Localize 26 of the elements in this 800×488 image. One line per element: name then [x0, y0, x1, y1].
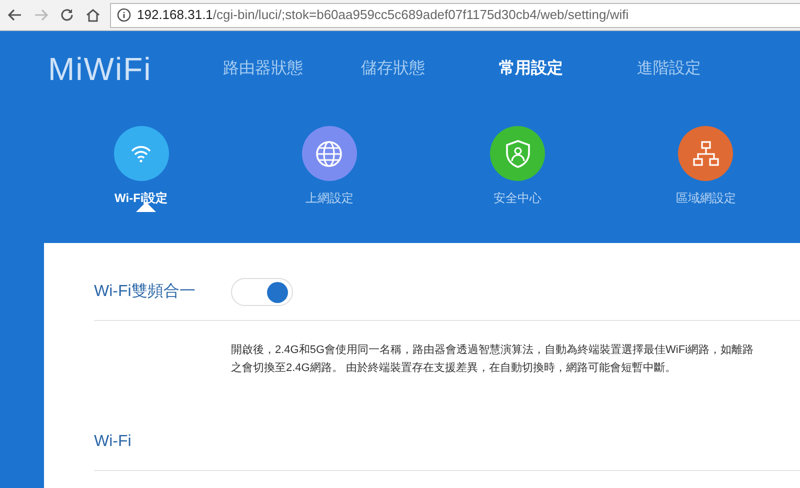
setting-label: Wi-Fi — [94, 432, 132, 452]
info-icon — [117, 8, 131, 22]
network-icon — [692, 141, 719, 166]
address-field[interactable]: 192.168.31.1/cgi-bin/luci/;stok=b60aa959cc5c689adef07f1175d30cb4/web/setting/wifi — [110, 2, 800, 28]
description-text: 開啟後，2.4G和5G會使用同一名稱，路由器會透過智慧演算法，自動為終端裝置選擇最佳WiFi網路，如離路 之會切換至2.4G網路。 由於終端裝置存在支援差異，在自動切換時，網路可能會短暫中斷。 — [230, 342, 755, 376]
nav-tab[interactable]: 常用設定 — [499, 56, 637, 80]
section-tab[interactable]: 安全中心 — [490, 126, 546, 207]
nav-tab[interactable]: 路由器狀態 — [223, 56, 361, 80]
globe-icon — [316, 140, 342, 166]
section-tab[interactable]: 區域網設定 — [676, 126, 736, 207]
shield-person-icon — [506, 140, 530, 168]
home-icon — [85, 7, 101, 23]
wifi-icon — [131, 144, 152, 163]
back-icon — [7, 7, 23, 23]
section-tab[interactable]: Wi-Fi設定 — [114, 126, 169, 207]
section-tab[interactable]: 上網設定 — [302, 126, 357, 207]
forward-icon — [33, 7, 49, 23]
home-button[interactable] — [84, 6, 102, 24]
pointer-caret — [136, 202, 156, 212]
nav-tab[interactable]: 進階設定 — [637, 56, 775, 80]
setting-label: Wi-Fi雙頻合一 — [94, 282, 196, 302]
reload-button[interactable] — [58, 6, 76, 24]
nav-tab[interactable]: 儲存狀態 — [361, 56, 499, 80]
logo: MiWiFi — [48, 50, 153, 88]
reload-icon — [59, 7, 75, 23]
toggle-switch[interactable] — [231, 278, 293, 306]
